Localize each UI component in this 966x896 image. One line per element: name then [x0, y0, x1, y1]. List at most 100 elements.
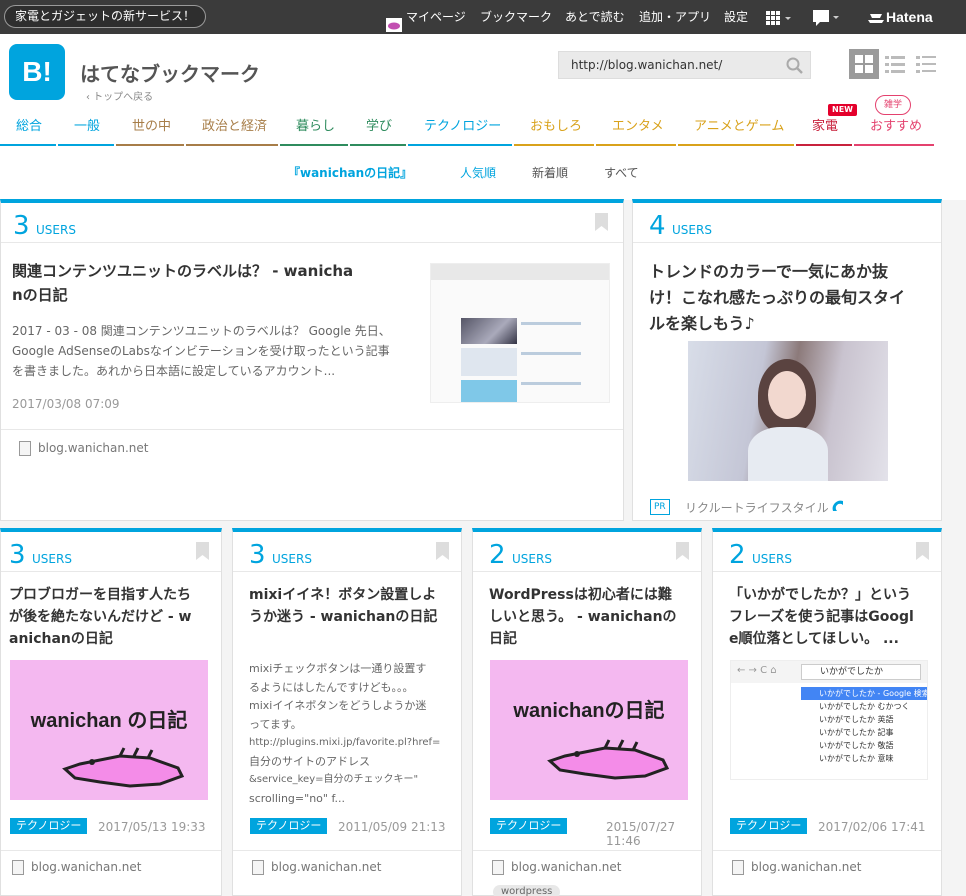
users-label[interactable]: USERS [752, 552, 792, 566]
list-view-button[interactable] [880, 49, 910, 79]
bookmark-add-icon[interactable] [916, 542, 929, 560]
users-label[interactable]: USERS [32, 552, 72, 566]
category-tag[interactable]: テクノロジー [250, 818, 328, 834]
read-later-link[interactable]: あとで読む [565, 0, 625, 34]
entry-card[interactable]: 3 USERS プロブロガーを目指す人たち が後を絶たないんだけど - w an… [0, 528, 222, 896]
ad-image[interactable] [688, 341, 888, 481]
entry-desc-line: Google AdSenseのLabsなインビテーションを受け取ったという記事 [12, 344, 390, 358]
notifications-button[interactable] [812, 0, 840, 34]
search-input[interactable] [559, 52, 779, 78]
users-count[interactable]: 3 [249, 542, 266, 568]
pr-badge: PR [650, 499, 670, 515]
tab-technology[interactable]: テクノロジー [408, 116, 512, 146]
subnav-all[interactable]: すべて [604, 164, 639, 181]
bookmark-add-icon[interactable] [676, 542, 689, 560]
entry-title[interactable]: mixiイイネ！ボタン設置しよ うか迷う - wanichanの日記 [249, 584, 459, 628]
entry-card[interactable]: 2 USERS WordPressは初心者には難 しいと思う。 - wanich… [472, 528, 702, 896]
entry-title[interactable]: プロブロガーを目指す人たち が後を絶たないんだけど - w anichanの日記 [9, 584, 219, 650]
users-label[interactable]: USERS [272, 552, 312, 566]
tab-manabi[interactable]: 学び [350, 116, 406, 146]
tab-label: 暮らし [296, 119, 336, 134]
entry-thumbnail[interactable]: ← → C ⌂ いかがでしたか いかがでしたか - Google 検索 いかがで… [730, 660, 928, 780]
search-icon[interactable] [786, 57, 804, 75]
users-count[interactable]: 2 [729, 542, 746, 568]
users-label[interactable]: USERS [672, 223, 712, 237]
entry-card[interactable]: 2 USERS 「いかがでしたか？」という フレーズを使う記事はGoogl e順… [712, 528, 942, 896]
mypage-link[interactable]: マイページ [386, 0, 466, 34]
mypage-icon [386, 11, 402, 32]
entry-title-line: WordPressは初心者には難 [489, 587, 672, 603]
main-entry-card[interactable]: 3 USERS 関連コンテンツユニットのラベルは？ - wanicha nの日記… [0, 199, 624, 521]
category-tag[interactable]: テクノロジー [730, 818, 808, 834]
entry-site[interactable]: blog.wanichan.net [38, 441, 149, 455]
tab-kaden[interactable]: 家電 [796, 116, 852, 146]
hatena-logo-icon [868, 14, 884, 24]
suggestion-item: いかがでしたか 英語 [819, 715, 894, 724]
subnav-site[interactable]: 『wanichanの日記』 [288, 164, 412, 181]
ad-title[interactable]: トレンドのカラーで一気にあか抜 け！こなれ感たっぷりの最旬スタイ ルを楽しもう♪ [649, 259, 939, 337]
entry-site[interactable]: blog.wanichan.net [511, 860, 622, 874]
tab-osusume[interactable]: おすすめ [854, 116, 934, 146]
users-count[interactable]: 2 [489, 542, 506, 568]
tab-entame[interactable]: エンタメ [596, 116, 676, 146]
ad-card[interactable]: 4 USERS トレンドのカラーで一気にあか抜 け！こなれ感たっぷりの最旬スタイ… [632, 199, 942, 521]
entry-desc-line: 自分のサイトのアドレス [249, 754, 370, 768]
thumb-image [461, 380, 517, 402]
bookmark-add-icon[interactable] [595, 213, 608, 231]
grid-view-button[interactable] [849, 49, 879, 79]
entry-description: 2017 - 03 - 08 関連コンテンツユニットのラベルは？ Google … [12, 321, 422, 381]
users-label[interactable]: USERS [512, 552, 552, 566]
bookmark-add-icon[interactable] [196, 542, 209, 560]
subnav-popular[interactable]: 人気順 [460, 164, 496, 181]
entry-title[interactable]: 関連コンテンツユニットのラベルは？ - wanicha nの日記 [12, 259, 412, 307]
tab-ippan[interactable]: 一般 [58, 116, 114, 146]
add-app-link[interactable]: 追加・アプリ [639, 0, 711, 34]
tab-kurashi[interactable]: 暮らし [280, 116, 348, 146]
category-tag[interactable]: テクノロジー [490, 818, 568, 834]
tab-anime-game[interactable]: アニメとゲーム [678, 116, 794, 146]
keyword-tag[interactable]: wordpress [493, 885, 561, 896]
entry-desc-line: &service_key=自分のチェックキー" [249, 774, 419, 785]
entry-title-line: フレーズを使う記事はGoogl [729, 609, 914, 625]
compact-view-icon [916, 56, 936, 73]
tab-seiji[interactable]: 政治と経済 [186, 116, 278, 146]
mypage-label: マイページ [406, 10, 466, 24]
thumb-suggestions: いかがでしたか - Google 検索 いかがでしたか むかつく いかがでしたか… [801, 687, 927, 779]
entry-date: 2017/02/06 17:41 [818, 820, 926, 834]
entry-card[interactable]: 3 USERS mixiイイネ！ボタン設置しよ うか迷う - wanichanの… [232, 528, 462, 896]
entry-site[interactable]: blog.wanichan.net [271, 860, 382, 874]
entry-site[interactable]: blog.wanichan.net [751, 860, 862, 874]
users-label[interactable]: USERS [36, 223, 76, 237]
apps-menu-button[interactable] [766, 0, 792, 34]
entry-thumbnail[interactable]: wanichanの日記 [490, 660, 688, 800]
divider [473, 850, 701, 851]
entry-thumbnail[interactable] [430, 263, 610, 403]
ad-sponsor[interactable]: リクルートライフスタイル [685, 499, 829, 516]
bookmark-link[interactable]: ブックマーク [480, 0, 552, 34]
ad-image-body [748, 427, 828, 481]
entry-title[interactable]: 「いかがでしたか？」という フレーズを使う記事はGoogl e順位落としてほしい… [729, 584, 939, 650]
compact-view-button[interactable] [911, 49, 941, 79]
bookmark-add-icon[interactable] [436, 542, 449, 560]
tab-yononaka[interactable]: 世の中 [116, 116, 184, 146]
entry-title[interactable]: WordPressは初心者には難 しいと思う。 - wanichanの 日記 [489, 584, 699, 650]
entry-site[interactable]: blog.wanichan.net [31, 860, 142, 874]
settings-link[interactable]: 設定 [724, 0, 748, 34]
category-tag[interactable]: テクノロジー [10, 818, 88, 834]
tab-sogo[interactable]: 総合 [0, 116, 56, 146]
subnav-newest[interactable]: 新着順 [532, 164, 568, 181]
promo-banner[interactable]: 家電とガジェットの新サービス！ [4, 5, 207, 28]
divider [1, 571, 221, 572]
hatena-brand[interactable]: Hatena [868, 0, 933, 34]
users-count[interactable]: 4 [649, 213, 666, 239]
tab-omoshiro[interactable]: おもしろ [514, 116, 594, 146]
tab-label: エンタメ [612, 119, 664, 134]
back-to-top-link[interactable]: ‹ トップへ戻る [86, 88, 153, 103]
users-count[interactable]: 3 [13, 213, 30, 239]
suggestion-item: いかがでしたか 意味 [819, 754, 894, 763]
page-title[interactable]: はてなブックマーク [80, 58, 260, 87]
entry-thumbnail[interactable]: wanichan の日記 [10, 660, 208, 800]
hatebu-logo[interactable]: B! [9, 44, 65, 100]
divider [233, 850, 461, 851]
users-count[interactable]: 3 [9, 542, 26, 568]
